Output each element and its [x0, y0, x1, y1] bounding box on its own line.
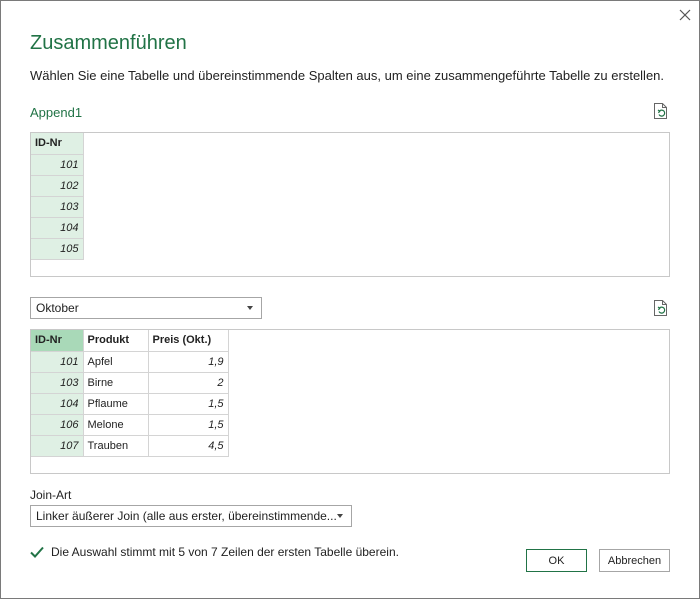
dialog-subtitle: Wählen Sie eine Tabelle und übereinstimm…	[30, 68, 665, 83]
table-cell: 104	[31, 216, 84, 239]
refresh-preview-button-first[interactable]	[653, 102, 669, 120]
table-cell: Melone	[82, 413, 149, 436]
match-status: Die Auswahl stimmt mit 5 von 7 Zeilen de…	[30, 545, 399, 559]
first-table-preview: ID-Nr 101 102 103 104 105	[30, 132, 670, 277]
merge-dialog: Zusammenführen Wählen Sie eine Tabelle u…	[0, 0, 700, 599]
table-cell: Trauben	[82, 434, 149, 457]
cancel-button[interactable]: Abbrechen	[599, 549, 670, 572]
table-cell: 1,5	[147, 392, 229, 415]
table-row: 106 Melone 1,5	[31, 413, 229, 436]
table-cell: 103	[31, 195, 84, 218]
second-table-grid: ID-Nr Produkt Preis (Okt.) 101 Apfel 1,9…	[31, 330, 229, 457]
match-status-text: Die Auswahl stimmt mit 5 von 7 Zeilen de…	[51, 545, 399, 559]
refresh-preview-button-second[interactable]	[653, 299, 669, 317]
table-cell: 2	[147, 371, 229, 394]
dialog-title: Zusammenführen	[30, 32, 187, 54]
table-row: 103 Birne 2	[31, 371, 229, 394]
first-table-name: Append1	[30, 105, 83, 120]
table-cell: 4,5	[147, 434, 229, 457]
table-row: 101 Apfel 1,9	[31, 350, 229, 373]
table-cell: 1,5	[147, 413, 229, 436]
column-header-preis[interactable]: Preis (Okt.)	[147, 330, 229, 352]
table-cell: 103	[31, 371, 84, 394]
table-cell: 101	[31, 153, 84, 176]
table-cell: 106	[31, 413, 84, 436]
checkmark-icon	[30, 546, 44, 558]
table-cell: 102	[31, 174, 84, 197]
table-cell: 105	[31, 237, 84, 260]
refresh-icon	[654, 300, 667, 316]
column-header-produkt[interactable]: Produkt	[82, 330, 149, 352]
close-button[interactable]	[673, 4, 697, 26]
close-icon	[679, 9, 691, 21]
column-header-id-nr[interactable]: ID-Nr	[31, 133, 84, 155]
second-table-preview: ID-Nr Produkt Preis (Okt.) 101 Apfel 1,9…	[30, 329, 670, 474]
column-header-id-nr[interactable]: ID-Nr	[31, 330, 84, 352]
chevron-down-icon	[337, 514, 343, 518]
table-cell: Birne	[82, 371, 149, 394]
join-type-select-value: Linker äußerer Join (alle aus erster, üb…	[36, 509, 337, 523]
table-cell: Apfel	[82, 350, 149, 373]
ok-button[interactable]: OK	[526, 549, 587, 572]
table-cell: 104	[31, 392, 84, 415]
join-type-label: Join-Art	[30, 488, 72, 502]
refresh-icon	[654, 103, 667, 119]
table-row: 107 Trauben 4,5	[31, 434, 229, 457]
join-type-select[interactable]: Linker äußerer Join (alle aus erster, üb…	[30, 505, 352, 527]
table-cell: 101	[31, 350, 84, 373]
chevron-down-icon	[247, 306, 253, 310]
first-table-grid: ID-Nr 101 102 103 104 105	[31, 133, 84, 260]
table-row: 104 Pflaume 1,5	[31, 392, 229, 415]
table-cell: 1,9	[147, 350, 229, 373]
second-table-select[interactable]: Oktober	[30, 297, 262, 319]
table-cell: Pflaume	[82, 392, 149, 415]
second-table-select-value: Oktober	[36, 301, 79, 315]
table-cell: 107	[31, 434, 84, 457]
